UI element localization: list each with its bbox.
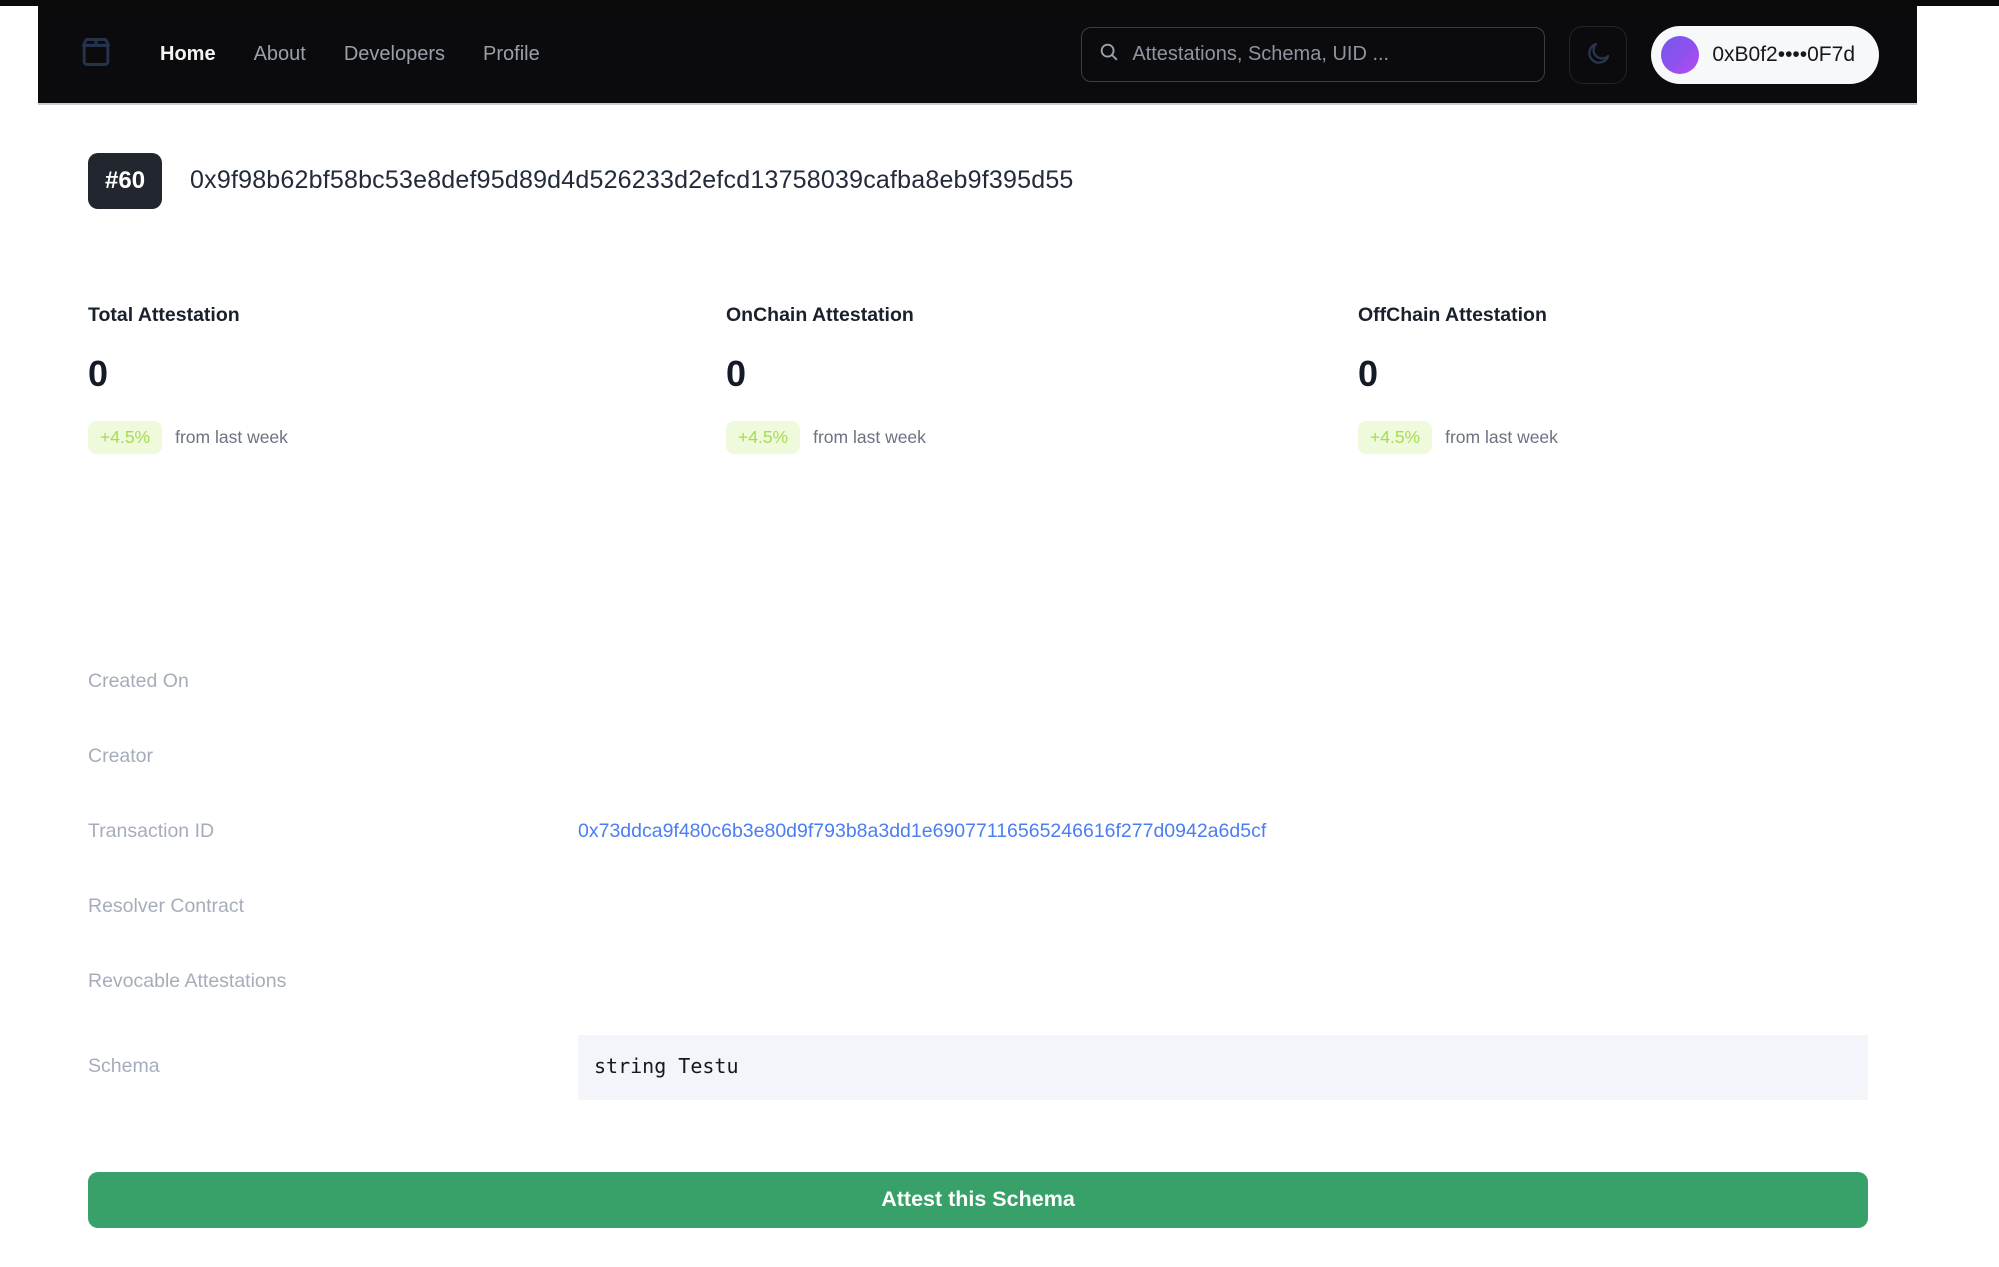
detail-label: Creator (88, 745, 578, 768)
moon-icon (1585, 40, 1612, 70)
package-icon (76, 32, 116, 77)
search-box[interactable] (1081, 27, 1545, 82)
stat-delta: +4.5% from last week (726, 421, 1358, 454)
detail-label: Transaction ID (88, 820, 578, 843)
detail-row-resolver-contract: Resolver Contract (88, 869, 1868, 944)
stat-card-offchain: OffChain Attestation 0 +4.5% from last w… (1358, 304, 1868, 454)
detail-label: Schema (88, 1055, 578, 1078)
delta-badge: +4.5% (88, 421, 162, 454)
delta-note: from last week (1445, 427, 1558, 448)
stat-value: 0 (1358, 353, 1868, 395)
detail-row-created-on: Created On (88, 644, 1868, 719)
stat-card-onchain: OnChain Attestation 0 +4.5% from last we… (726, 304, 1358, 454)
stat-card-total: Total Attestation 0 +4.5% from last week (88, 304, 726, 454)
attest-schema-button[interactable]: Attest this Schema (88, 1172, 1868, 1228)
nav-item-profile[interactable]: Profile (483, 43, 540, 66)
detail-label: Revocable Attestations (88, 970, 578, 993)
stat-value: 0 (88, 353, 726, 395)
wallet-avatar (1661, 36, 1699, 74)
stats-section: Total Attestation 0 +4.5% from last week… (88, 304, 1868, 454)
nav-item-developers[interactable]: Developers (344, 43, 445, 66)
schema-header: #60 0x9f98b62bf58bc53e8def95d89d4d526233… (88, 153, 1868, 209)
stat-delta: +4.5% from last week (1358, 421, 1868, 454)
details-section: Created On Creator Transaction ID 0x73dd… (88, 644, 1868, 1126)
search-icon (1098, 41, 1120, 68)
wallet-address: 0xB0f2••••0F7d (1712, 43, 1855, 67)
schema-id-badge: #60 (88, 153, 162, 209)
delta-note: from last week (175, 427, 288, 448)
stat-value: 0 (726, 353, 1358, 395)
nav-item-home[interactable]: Home (160, 43, 216, 66)
schema-code-box: string Testu (578, 1035, 1868, 1100)
detail-label: Resolver Contract (88, 895, 578, 918)
search-input[interactable] (1132, 43, 1528, 66)
delta-note: from last week (813, 427, 926, 448)
delta-badge: +4.5% (726, 421, 800, 454)
brand-logo[interactable] (76, 32, 116, 77)
detail-row-creator: Creator (88, 719, 1868, 794)
delta-badge: +4.5% (1358, 421, 1432, 454)
detail-row-schema: Schema string Testu (88, 1019, 1868, 1126)
stat-title: OffChain Attestation (1358, 304, 1868, 327)
navbar: Home About Developers Profile 0xB0f2••••… (38, 6, 1917, 105)
schema-uid: 0x9f98b62bf58bc53e8def95d89d4d526233d2ef… (190, 166, 1074, 195)
detail-label: Created On (88, 670, 578, 693)
main-content: #60 0x9f98b62bf58bc53e8def95d89d4d526233… (88, 153, 1868, 1228)
wallet-button[interactable]: 0xB0f2••••0F7d (1651, 26, 1879, 84)
theme-toggle-button[interactable] (1569, 26, 1627, 84)
detail-row-revocable-attestations: Revocable Attestations (88, 944, 1868, 1019)
detail-row-transaction-id: Transaction ID 0x73ddca9f480c6b3e80d9f79… (88, 794, 1868, 869)
stat-delta: +4.5% from last week (88, 421, 726, 454)
stat-title: Total Attestation (88, 304, 726, 327)
stat-title: OnChain Attestation (726, 304, 1358, 327)
transaction-id-link[interactable]: 0x73ddca9f480c6b3e80d9f793b8a3dd1e690771… (578, 820, 1868, 843)
nav-item-about[interactable]: About (254, 43, 306, 66)
nav-links: Home About Developers Profile (160, 43, 540, 66)
